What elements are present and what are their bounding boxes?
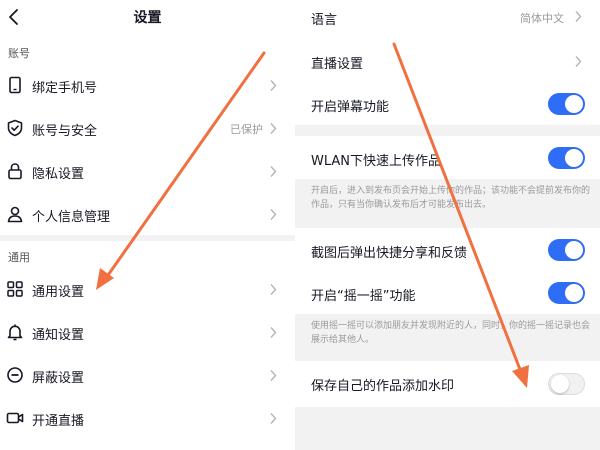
settings-item-label: 隐私设置 [32,167,85,182]
settings-item-bind-phone[interactable]: 绑定手机号 [0,64,295,107]
settings-item-account-security[interactable]: 账号与安全 已保护 [0,107,295,150]
chevron-right-icon [270,123,277,134]
top-bar: 设置 [0,0,295,34]
setting-label: 开启“摇一摇”功能 [311,289,416,304]
chevron-right-icon [575,56,582,67]
setting-wlan-upload: WLAN下快速上传作品 [295,136,600,179]
settings-item-label: 屏蔽设置 [32,371,85,386]
settings-item-block[interactable]: 屏蔽设置 [0,354,295,397]
wlan-upload-toggle[interactable] [548,147,585,169]
toggle-knob [565,241,583,259]
chevron-right-icon [575,11,582,22]
settings-item-live[interactable]: 开通直播 [0,397,295,440]
settings-item-privacy[interactable]: 隐私设置 [0,150,295,193]
setting-live[interactable]: 直播设置 [295,40,600,82]
setting-label: WLAN下快速上传作品 [311,154,442,169]
setting-label: 保存自己的作品添加水印 [311,379,455,394]
chevron-right-icon [270,209,277,220]
settings-item-label: 个人信息管理 [32,210,111,225]
shake-description: 使用摇一摇可以添加朋友并发现附近的人，同时，你的摇一摇记录也会展示给其他人。 [311,321,591,345]
chevron-right-icon [270,327,277,338]
status-value: 已保护 [230,123,263,136]
settings-item-general[interactable]: 通用设置 [0,268,295,311]
grid-icon [7,281,23,297]
wlan-upload-description: 开启后，进入到发布页会开始上传你的作品；该功能不会提前发布你的作品，只有当你确认… [311,186,591,210]
toggle-knob [565,149,583,167]
toggle-knob [551,375,569,393]
shield-icon [7,119,23,137]
settings-item-label: 通用设置 [32,285,85,300]
bell-icon [7,324,23,341]
setting-label: 截图后弹出快捷分享和反馈 [311,246,468,261]
person-icon [7,206,23,223]
chevron-right-icon [270,284,277,295]
settings-panel: 设置 账号 绑定手机号 账号与安全 已保护 隐私设置 个人信息管理 通用 通用设… [0,0,295,450]
chevron-right-icon [270,166,277,177]
setting-watermark: 保存自己的作品添加水印 [295,361,600,407]
settings-item-label: 开通直播 [32,414,85,429]
lock-icon [8,163,22,180]
general-settings-panel: 语言 简体中文 直播设置 开启弹幕功能 WLAN下快速上传作品 开启后，进入到发… [295,0,600,450]
toggle-knob [565,95,583,113]
danmaku-toggle[interactable] [548,93,585,115]
setting-screenshot-share: 截图后弹出快捷分享和反馈 [295,228,600,271]
phone-icon [9,76,21,94]
settings-item-notifications[interactable]: 通知设置 [0,311,295,354]
setting-label: 语言 [311,13,338,28]
chevron-right-icon [270,413,277,424]
screenshot-share-toggle[interactable] [548,239,585,261]
watermark-toggle[interactable] [548,373,585,395]
toggle-knob [565,284,583,302]
section-divider [0,235,295,241]
settings-item-personal-info[interactable]: 个人信息管理 [0,193,295,236]
settings-item-label: 绑定手机号 [32,81,98,96]
setting-label: 直播设置 [311,57,364,72]
section-title-general: 通用 [8,251,30,264]
setting-label: 开启弹幕功能 [311,100,390,115]
setting-danmaku: 开启弹幕功能 [295,83,600,125]
setting-language[interactable]: 语言 简体中文 [295,0,600,36]
block-icon [7,367,23,383]
section-title-account: 账号 [8,47,30,60]
video-icon [6,412,24,424]
page-title: 设置 [133,10,162,26]
settings-item-label: 账号与安全 [32,124,98,139]
chevron-right-icon [270,370,277,381]
shake-toggle[interactable] [548,282,585,304]
setting-shake: 开启“摇一摇”功能 [295,271,600,314]
language-value: 简体中文 [520,12,564,25]
settings-item-label: 通知设置 [32,328,85,343]
chevron-right-icon [270,80,277,91]
